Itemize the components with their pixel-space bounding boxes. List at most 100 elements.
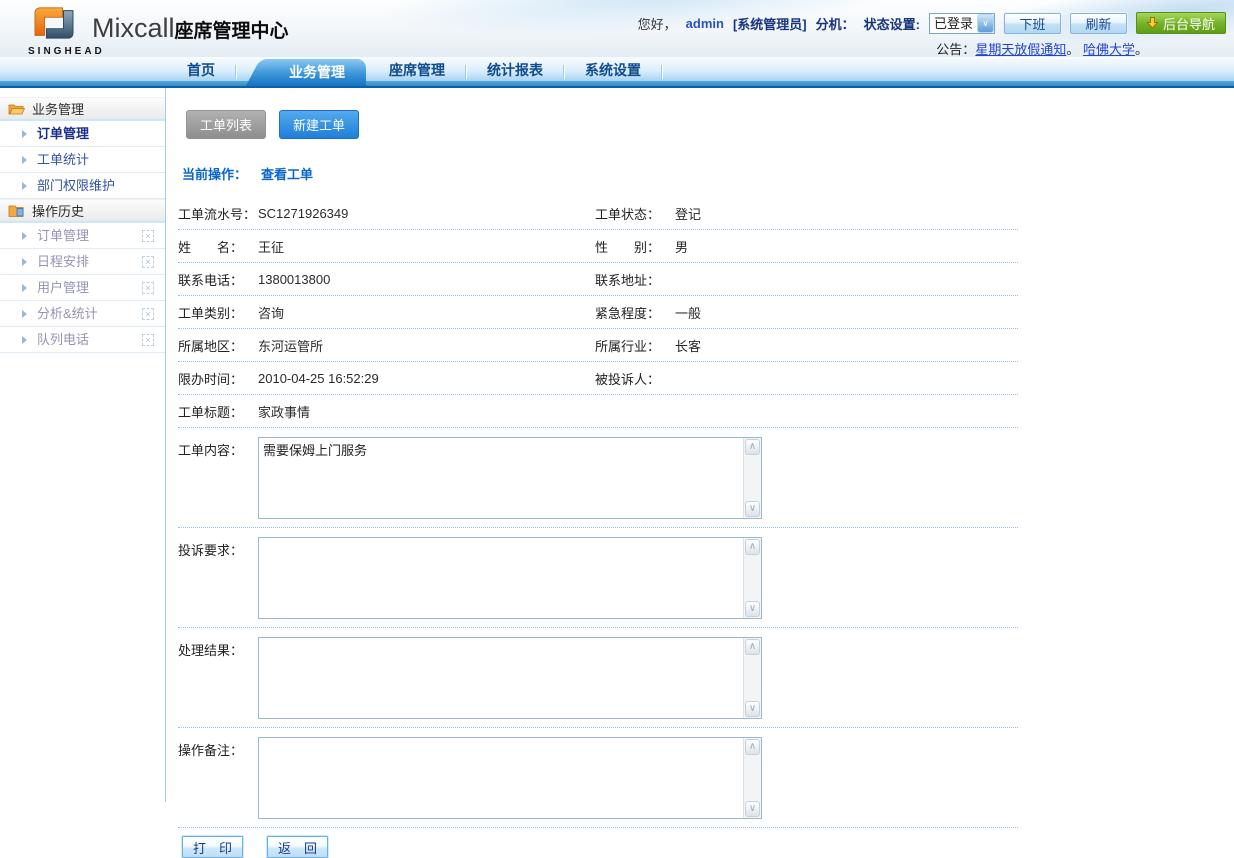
- status-label: 工单状态：: [595, 204, 675, 223]
- form-row-result: 处理结果： ∧ ∨: [178, 628, 1018, 728]
- announcement-separator: 。: [1135, 42, 1148, 57]
- current-operation-label: 当前操作：: [182, 167, 247, 182]
- name-value: 王征: [258, 237, 284, 256]
- chevron-down-icon[interactable]: ∨: [977, 14, 994, 33]
- operation-remark-label: 操作备注：: [178, 737, 258, 759]
- phone-label: 联系电话：: [178, 270, 258, 289]
- announcement-separator: 。: [1066, 42, 1079, 57]
- scroll-up-icon[interactable]: ∧: [745, 539, 760, 555]
- sidebar-history-queue-calls[interactable]: 队列电话 ×: [0, 327, 165, 353]
- handle-result-textarea[interactable]: ∧ ∨: [258, 637, 762, 719]
- scroll-down-icon[interactable]: ∨: [745, 701, 760, 717]
- region-label: 所属地区：: [178, 336, 258, 355]
- scrollbar[interactable]: ∧ ∨: [743, 638, 761, 718]
- deadline-value: 2010-04-25 16:52:29: [258, 371, 379, 386]
- nav-tab-settings[interactable]: 系统设置: [570, 55, 656, 86]
- form-row: 工单类别：咨询 紧急程度：一般: [178, 296, 1018, 329]
- nav-tab-business-active[interactable]: 业务管理: [268, 59, 366, 86]
- serial-number-label: 工单流水号：: [178, 204, 258, 223]
- logo-caption: SINGHEAD: [28, 46, 148, 57]
- status-select-value: 已登录: [930, 14, 977, 33]
- scroll-up-icon[interactable]: ∧: [745, 439, 760, 455]
- form-row: 联系电话：1380013800 联系地址：: [178, 263, 1018, 296]
- workorder-form: 工单流水号：SC1271926349 工单状态：登记 姓 名：王征 性 别：男 …: [178, 197, 1018, 828]
- print-button[interactable]: 打 印: [182, 836, 243, 858]
- back-button[interactable]: 返 回: [267, 836, 328, 858]
- handle-result-text: [259, 638, 761, 640]
- announcement-link-harvard[interactable]: 哈佛大学: [1083, 42, 1135, 57]
- complaint-request-textarea[interactable]: ∧ ∨: [258, 537, 762, 619]
- sidebar-group-history[interactable]: 操作历史: [0, 199, 165, 223]
- category-value: 咨询: [258, 303, 284, 322]
- main-content: 工单列表 新建工单 当前操作： 查看工单 工单流水号：SC1271926349 工…: [168, 88, 1234, 802]
- sidebar-item-label: 订单管理: [37, 126, 89, 141]
- deadline-label: 限办时间：: [178, 369, 258, 388]
- form-row-title: 工单标题：家政事情: [178, 395, 1018, 428]
- new-workorder-button[interactable]: 新建工单: [279, 110, 359, 139]
- greeting-text: 您好，: [638, 14, 677, 33]
- brand-suffix: 座席管理中心: [175, 16, 289, 43]
- gender-label: 性 别：: [595, 237, 675, 256]
- sidebar-group-title: 业务管理: [32, 99, 84, 118]
- nav-tab-agent[interactable]: 座席管理: [374, 55, 460, 86]
- scroll-down-icon[interactable]: ∨: [745, 801, 760, 817]
- workorder-title-label: 工单标题：: [178, 402, 258, 421]
- sidebar-item-label: 订单管理: [37, 228, 89, 243]
- user-role: [系统管理员]: [733, 14, 807, 33]
- sidebar-group-business[interactable]: 业务管理: [0, 97, 165, 121]
- nav-separator: [465, 65, 467, 79]
- status-select[interactable]: 已登录 ∨: [929, 13, 995, 34]
- scroll-up-icon[interactable]: ∧: [745, 739, 760, 755]
- sidebar-item-order-management[interactable]: 订单管理: [0, 121, 165, 147]
- form-row: 限办时间：2010-04-25 16:52:29 被投诉人：: [178, 362, 1018, 395]
- app-title: Mixcall座席管理中心: [92, 13, 289, 44]
- gender-value: 男: [675, 237, 688, 256]
- operation-remark-text: [259, 738, 761, 740]
- operation-remark-textarea[interactable]: ∧ ∨: [258, 737, 762, 819]
- complainee-label: 被投诉人：: [595, 369, 675, 388]
- off-duty-button[interactable]: 下班: [1004, 13, 1061, 34]
- current-operation-value: 查看工单: [261, 167, 313, 182]
- sidebar-item-dept-permissions[interactable]: 部门权限维护: [0, 173, 165, 199]
- scrollbar[interactable]: ∧ ∨: [743, 538, 761, 618]
- sidebar-item-label: 队列电话: [37, 332, 89, 347]
- scrollbar[interactable]: ∧ ∨: [743, 738, 761, 818]
- workorder-content-text: 需要保姆上门服务: [259, 438, 761, 459]
- scroll-down-icon[interactable]: ∨: [745, 601, 760, 617]
- current-operation: 当前操作： 查看工单: [182, 164, 1234, 183]
- sidebar-item-workorder-stats[interactable]: 工单统计: [0, 147, 165, 173]
- complaint-request-text: [259, 538, 761, 540]
- close-icon[interactable]: ×: [142, 334, 154, 346]
- brand-name: Mixcall: [92, 13, 175, 44]
- workorder-list-button[interactable]: 工单列表: [186, 110, 266, 139]
- workorder-toolbar: 工单列表 新建工单: [186, 110, 1234, 139]
- history-folder-icon: [8, 204, 25, 217]
- nav-tab-home[interactable]: 首页: [172, 55, 230, 86]
- form-row-complaint: 投诉要求： ∧ ∨: [178, 528, 1018, 628]
- nav-tab-reports[interactable]: 统计报表: [472, 55, 558, 86]
- sidebar-history-user-management[interactable]: 用户管理 ×: [0, 275, 165, 301]
- address-label: 联系地址：: [595, 270, 675, 289]
- serial-number-value: SC1271926349: [258, 206, 348, 221]
- sidebar-history-analysis-stats[interactable]: 分析&统计 ×: [0, 301, 165, 327]
- close-icon[interactable]: ×: [142, 230, 154, 242]
- close-icon[interactable]: ×: [142, 282, 154, 294]
- workorder-content-textarea[interactable]: 需要保姆上门服务 ∧ ∨: [258, 437, 762, 519]
- complaint-request-label: 投诉要求：: [178, 537, 258, 559]
- app-header: SINGHEAD Mixcall座席管理中心 您好， admin [系统管理员]…: [0, 0, 1234, 57]
- sidebar-history-schedule[interactable]: 日程安排 ×: [0, 249, 165, 275]
- scroll-up-icon[interactable]: ∧: [745, 639, 760, 655]
- refresh-button[interactable]: 刷新: [1070, 13, 1127, 34]
- urgency-label: 紧急程度：: [595, 303, 675, 322]
- backend-nav-button[interactable]: 后台导航: [1136, 12, 1226, 34]
- scrollbar[interactable]: ∧ ∨: [743, 438, 761, 518]
- close-icon[interactable]: ×: [142, 256, 154, 268]
- announcement-link-holiday[interactable]: 星期天放假通知: [975, 42, 1066, 57]
- nav-separator: [235, 65, 237, 79]
- form-row: 工单流水号：SC1271926349 工单状态：登记: [178, 197, 1018, 230]
- sidebar-item-label: 用户管理: [37, 280, 89, 295]
- scroll-down-icon[interactable]: ∨: [745, 501, 760, 517]
- sidebar-history-order-management[interactable]: 订单管理 ×: [0, 223, 165, 249]
- close-icon[interactable]: ×: [142, 308, 154, 320]
- user-bar: 您好， admin [系统管理员] 分机： 状态设置: 已登录 ∨ 下班 刷新 …: [638, 12, 1226, 34]
